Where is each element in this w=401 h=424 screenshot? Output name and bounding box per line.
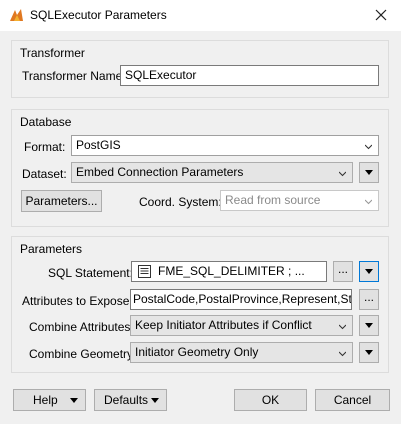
- ok-button[interactable]: OK: [234, 389, 307, 411]
- format-select[interactable]: PostGIS: [71, 135, 379, 156]
- dataset-value: Embed Connection Parameters: [76, 165, 244, 179]
- dataset-menu-button[interactable]: [359, 162, 379, 183]
- chevron-down-icon: [339, 324, 346, 330]
- database-group-label: Database: [20, 115, 72, 129]
- transformer-name-input[interactable]: SQLExecutor: [120, 65, 379, 86]
- help-button-label: Help: [33, 393, 58, 407]
- close-button[interactable]: [369, 3, 393, 27]
- sql-editor-ellipsis-button[interactable]: ...: [333, 261, 353, 282]
- combine-geometry-select[interactable]: Initiator Geometry Only: [130, 342, 353, 363]
- triangle-down-icon: [365, 323, 373, 328]
- ellipsis-label: ...: [337, 261, 348, 276]
- format-label: Format:: [24, 140, 66, 154]
- sql-statement-field[interactable]: FME_SQL_DELIMITER ; ...: [131, 261, 327, 282]
- defaults-button[interactable]: Defaults: [94, 389, 167, 411]
- triangle-down-icon: [365, 269, 373, 274]
- chevron-down-icon: [365, 144, 372, 150]
- sql-statement-value: FME_SQL_DELIMITER ; ...: [158, 264, 305, 278]
- title-bar: SQLExecutor Parameters: [0, 0, 401, 31]
- attributes-expose-input[interactable]: PostalCode,PostalProvince,Represent,Stat…: [130, 289, 352, 310]
- cancel-button[interactable]: Cancel: [315, 389, 390, 411]
- parameters-group-label: Parameters: [20, 242, 83, 256]
- combine-attributes-value: Keep Initiator Attributes if Conflict: [135, 318, 312, 332]
- combine-geometry-value: Initiator Geometry Only: [135, 345, 259, 359]
- transformer-group-label: Transformer: [20, 46, 85, 60]
- dataset-select[interactable]: Embed Connection Parameters: [71, 162, 353, 183]
- triangle-down-icon: [365, 350, 373, 355]
- window-title: SQLExecutor Parameters: [30, 8, 167, 22]
- combine-attributes-select[interactable]: Keep Initiator Attributes if Conflict: [130, 315, 353, 336]
- triangle-down-icon: [365, 170, 373, 175]
- ellipsis-label: ...: [363, 289, 374, 304]
- combine-geometry-menu-button[interactable]: [359, 342, 379, 363]
- coord-system-label: Coord. System:: [139, 195, 222, 209]
- chevron-down-icon: [365, 199, 372, 205]
- chevron-down-icon: [339, 171, 346, 177]
- transformer-name-label: Transformer Name:: [22, 69, 126, 83]
- defaults-button-label: Defaults: [104, 393, 149, 407]
- sql-menu-button[interactable]: [359, 261, 379, 282]
- dataset-label: Dataset:: [22, 167, 67, 181]
- fme-app-icon: [10, 9, 23, 21]
- coord-system-select[interactable]: Read from source: [220, 190, 379, 211]
- text-editor-icon: [138, 265, 151, 278]
- combine-geometry-label: Combine Geometry:: [29, 347, 137, 361]
- parameters-button[interactable]: Parameters...: [21, 190, 102, 212]
- close-icon: [375, 9, 387, 21]
- combine-attributes-menu-button[interactable]: [359, 315, 379, 336]
- triangle-down-icon: [151, 398, 159, 403]
- sql-statement-label: SQL Statement:: [48, 266, 133, 280]
- coord-system-value: Read from source: [225, 193, 321, 207]
- combine-attributes-label: Combine Attributes:: [29, 320, 134, 334]
- attributes-ellipsis-button[interactable]: ...: [359, 289, 379, 310]
- format-value: PostGIS: [76, 138, 121, 152]
- chevron-down-icon: [339, 351, 346, 357]
- attributes-expose-label: Attributes to Expose:: [22, 294, 133, 308]
- triangle-down-icon: [70, 398, 78, 403]
- help-button[interactable]: Help: [13, 389, 86, 411]
